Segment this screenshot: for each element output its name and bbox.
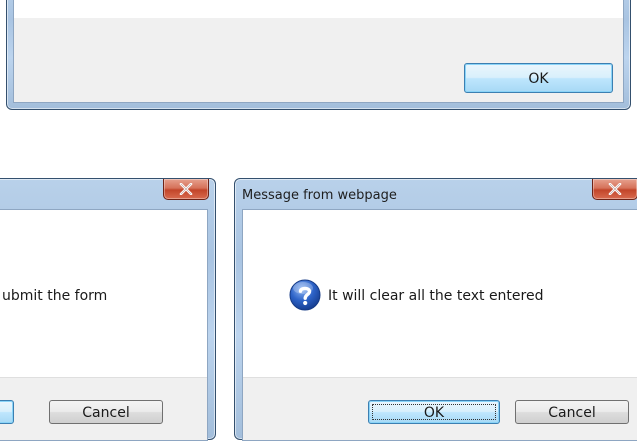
dialog-client: It will clear all the text entered OK Ca… xyxy=(242,209,637,441)
close-icon xyxy=(608,183,622,195)
dialog-client: ubmit the form Cancel xyxy=(0,209,208,441)
alert-dialog-top: OK xyxy=(6,0,631,110)
cancel-button[interactable]: Cancel xyxy=(515,400,629,424)
question-icon xyxy=(289,279,321,311)
cancel-button[interactable]: Cancel xyxy=(49,400,163,424)
ok-button-label: OK xyxy=(423,405,445,421)
alert-dialog-top-client: OK xyxy=(13,0,624,103)
close-button[interactable] xyxy=(592,179,637,200)
title-bar: Message from webpage xyxy=(235,179,637,209)
dialog-title: Message from webpage xyxy=(242,188,397,203)
ok-button[interactable] xyxy=(0,400,14,424)
cancel-button-label: Cancel xyxy=(82,405,130,421)
alert-dialog-top-footer: OK xyxy=(14,18,623,102)
confirm-dialog-submit: ubmit the form Cancel xyxy=(0,178,216,441)
dialog-message: It will clear all the text entered xyxy=(328,288,544,304)
dialog-footer: OK Cancel xyxy=(243,377,637,440)
close-icon xyxy=(179,183,193,195)
ok-button-label: OK xyxy=(528,71,549,87)
confirm-dialog-clear: Message from webpage It will clear all t… xyxy=(234,178,637,441)
cancel-button-label: Cancel xyxy=(548,405,596,421)
ok-button[interactable]: OK xyxy=(464,63,613,93)
dialog-footer: Cancel xyxy=(0,377,207,440)
dialog-message: ubmit the form xyxy=(2,288,108,304)
ok-button[interactable]: OK xyxy=(368,400,500,424)
title-bar xyxy=(0,179,215,209)
close-button[interactable] xyxy=(163,179,209,200)
